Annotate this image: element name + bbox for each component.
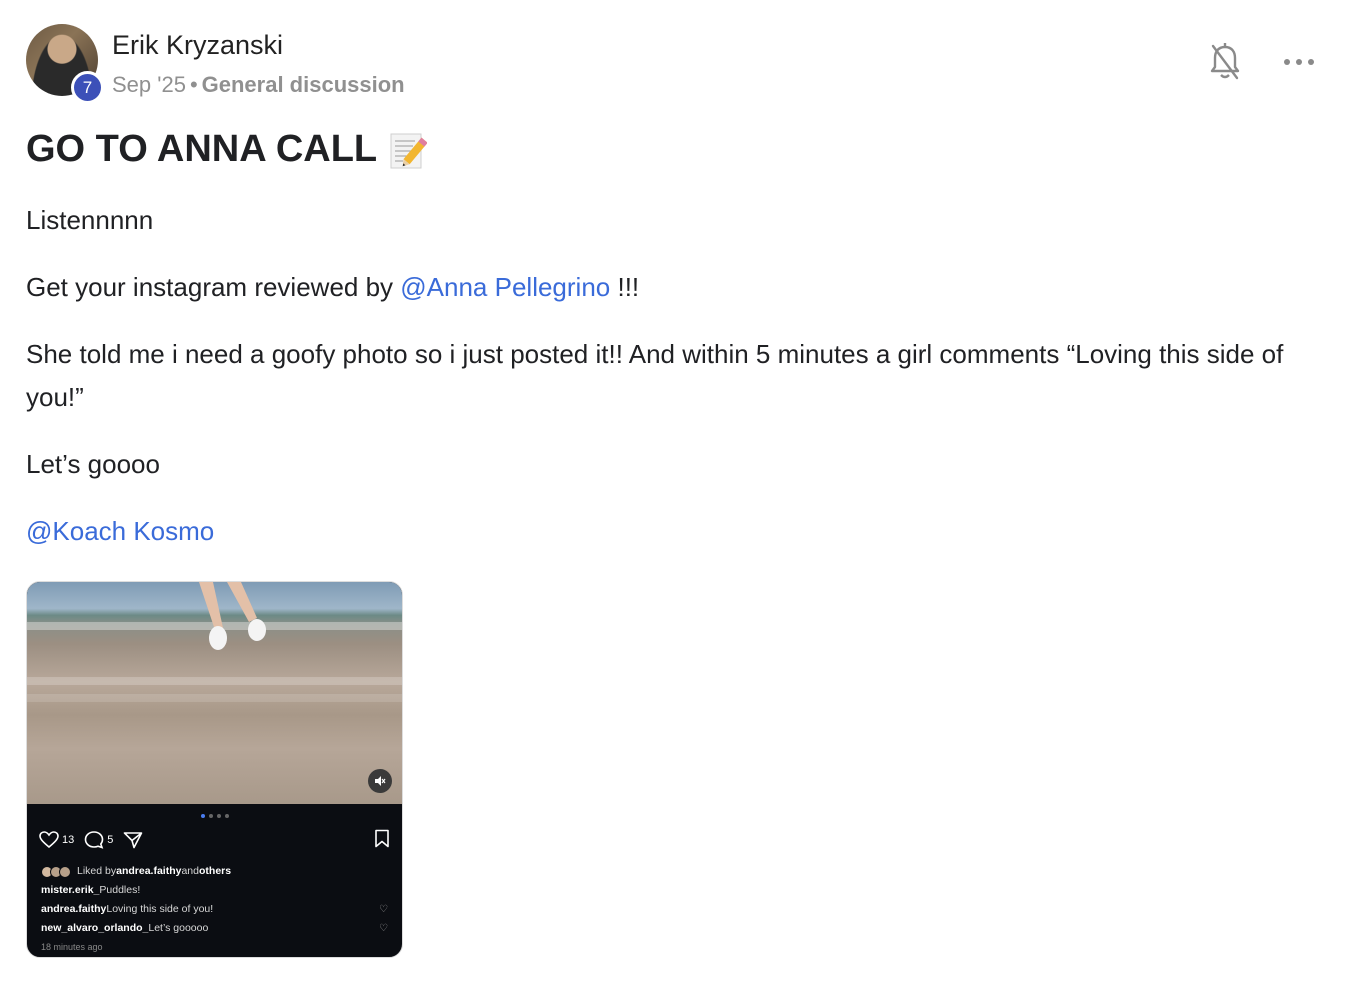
post-title-text: GO TO ANNA CALL xyxy=(26,128,378,170)
liked-by-others: others xyxy=(199,865,232,877)
level-badge: 7 xyxy=(71,71,104,104)
bookmark-icon xyxy=(375,829,389,848)
mention-koach-kosmo[interactable]: @Koach Kosmo xyxy=(26,516,214,546)
comment-user: andrea.faithy xyxy=(41,903,107,915)
post-date: Sep '25 xyxy=(112,72,186,97)
comment-heart-icon: ♡ xyxy=(379,904,388,915)
instagram-action-bar: 13 5 xyxy=(39,828,390,852)
body-text: Get your instagram reviewed by xyxy=(26,272,401,302)
meta-separator: • xyxy=(189,72,198,97)
heart-icon xyxy=(39,831,59,849)
liked-by-and: and xyxy=(181,865,199,877)
comment-icon xyxy=(84,831,104,849)
post-card: 7 Erik Kryzanski Sep '25 • General discuss… xyxy=(26,24,1346,958)
instagram-caption-area: Liked by andrea.faithy and others mister… xyxy=(41,862,388,957)
body-paragraph-4: Let’s goooo xyxy=(26,449,160,479)
mute-icon[interactable] xyxy=(368,769,392,793)
comment-line-1: andrea.faithy Loving this side of you! ♡ xyxy=(41,900,388,919)
send-icon xyxy=(124,832,143,849)
post-actions xyxy=(1208,42,1316,82)
mention-anna-pellegrino[interactable]: @Anna Pellegrino xyxy=(400,272,610,302)
post-header: 7 Erik Kryzanski Sep '25 • General discuss… xyxy=(26,24,1346,104)
body-paragraph-3: She told me i need a goofy photo so i ju… xyxy=(26,339,1284,412)
bell-off-icon[interactable] xyxy=(1208,42,1242,82)
beach-photo xyxy=(27,582,402,804)
body-paragraph-5: @Koach Kosmo xyxy=(26,510,1346,553)
post-time: 18 minutes ago xyxy=(41,942,103,952)
body-text: !!! xyxy=(610,272,640,302)
body-paragraph-2: Get your instagram reviewed by @Anna Pel… xyxy=(26,266,1346,309)
comment-user: new_alvaro_orlando_ xyxy=(41,922,149,934)
post-meta: Sep '25 • General discussion xyxy=(112,72,405,98)
post-title: GO TO ANNA CALL xyxy=(26,128,1346,171)
liked-by-prefix: Liked by xyxy=(77,865,117,877)
comment-heart-icon: ♡ xyxy=(379,923,388,934)
caption-user: mister.erik_ xyxy=(41,884,100,896)
category-link[interactable]: General discussion xyxy=(202,72,405,97)
comment-text: Let’s gooooo xyxy=(148,922,209,934)
caption-text: Puddles! xyxy=(99,884,141,896)
comment-line-2: new_alvaro_orlando_ Let’s gooooo ♡ xyxy=(41,919,388,938)
liked-by-line: Liked by andrea.faithy and others xyxy=(41,862,388,881)
caption-line: mister.erik_ Puddles! xyxy=(41,881,388,900)
more-options-icon[interactable] xyxy=(1282,45,1316,79)
liked-by-user: andrea.faithy xyxy=(116,865,182,877)
comment-text: Loving this side of you! xyxy=(106,903,214,915)
memo-icon xyxy=(389,130,428,170)
liked-by-avatars xyxy=(41,865,71,878)
comments-count: 5 xyxy=(107,834,114,846)
likes-count: 13 xyxy=(62,834,75,846)
attached-image[interactable]: 13 5 Liked by andrea.faithy and others m… xyxy=(26,581,403,958)
legs-image xyxy=(199,582,266,650)
carousel-dots xyxy=(201,814,229,818)
author-avatar[interactable]: 7 xyxy=(26,24,104,104)
author-name[interactable]: Erik Kryzanski xyxy=(112,30,283,61)
body-paragraph-1: Listennnnn xyxy=(26,205,154,235)
